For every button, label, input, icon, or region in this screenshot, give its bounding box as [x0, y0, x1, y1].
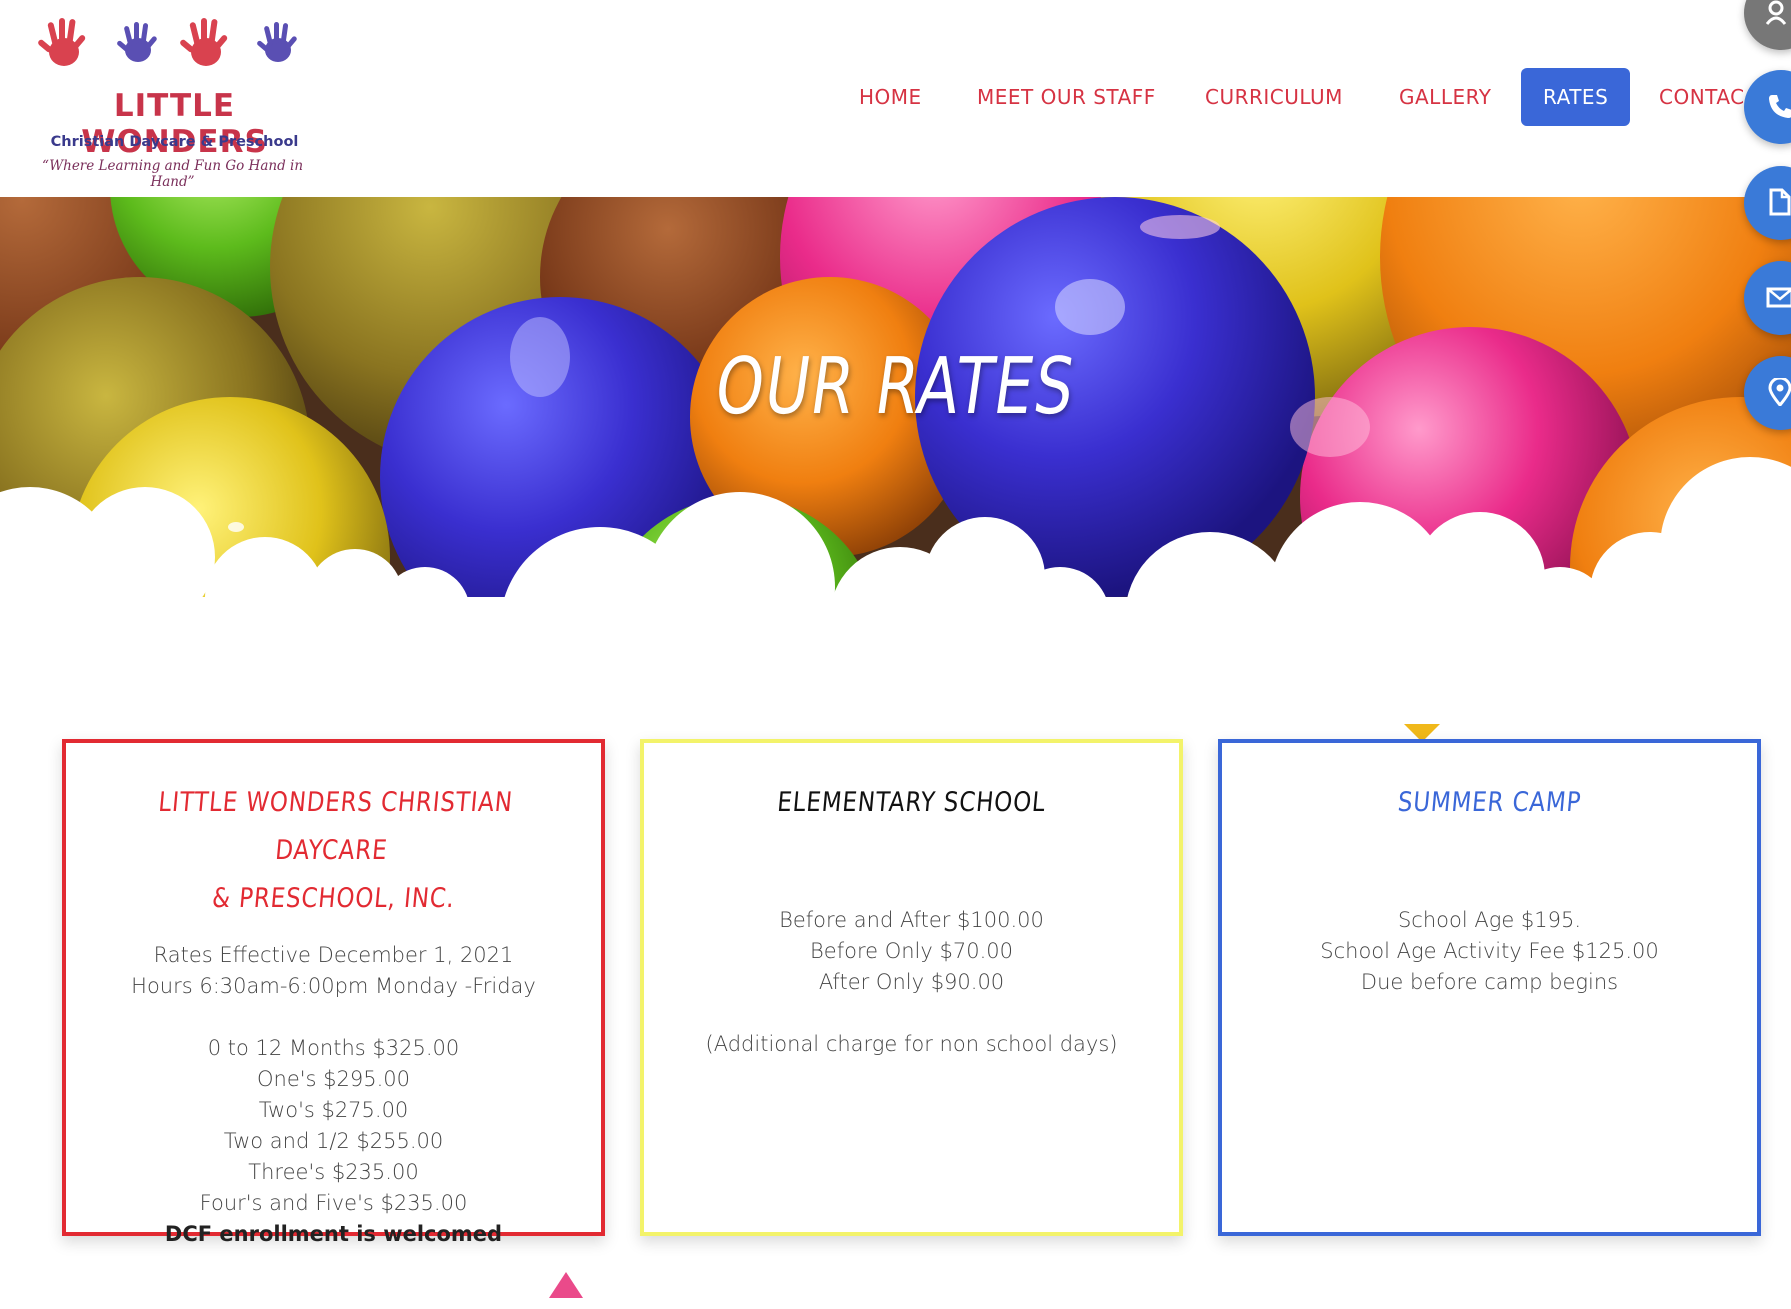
hero-banner: OUR RATES	[0, 197, 1791, 660]
rate-item: After Only $90.00	[818, 970, 1005, 994]
rate-item: Two's $275.00	[258, 1098, 409, 1122]
nav-item-meet-our-staff[interactable]: MEET OUR STAFF	[977, 68, 1156, 126]
card-title-line2: & PRESCHOOL, INC.	[210, 883, 457, 914]
card-title: SUMMER CAMP	[1396, 787, 1583, 818]
location-icon	[1768, 378, 1791, 406]
rates-effective-text: Rates Effective December 1, 2021	[153, 943, 514, 967]
handprints-logo-graphic	[38, 18, 297, 66]
site-logo[interactable]: LITTLE WONDERS Christian Daycare & Presc…	[10, 14, 310, 190]
nav-item-rates[interactable]: RATES	[1521, 68, 1631, 126]
site-header: LITTLE WONDERS Christian Daycare & Presc…	[0, 0, 1791, 197]
rates-card-summer-camp: SUMMER CAMP School Age $195. School Age …	[1218, 739, 1761, 1236]
logo-subtitle: Christian Daycare & Preschool	[50, 134, 299, 150]
rate-item: One's $295.00	[257, 1067, 410, 1091]
rate-item: Before and After $100.00	[779, 908, 1044, 932]
mail-icon	[1766, 287, 1791, 308]
dcf-note: DCF enrollment is welcomed	[164, 1222, 503, 1246]
rate-item: Two and 1/2 $255.00	[223, 1129, 444, 1153]
nav-item-contact[interactable]: CONTAC	[1659, 68, 1745, 126]
document-icon	[1769, 188, 1791, 216]
logo-tagline: “Where Learning and Fun Go Hand in Hand”	[41, 158, 304, 190]
rates-card-daycare: LITTLE WONDERS CHRISTIAN DAYCARE & PRESC…	[62, 739, 605, 1246]
additional-charge-note: (Additional charge for non school days)	[705, 1032, 1118, 1056]
nav-item-gallery[interactable]: GALLERY	[1399, 68, 1491, 126]
rate-item: School Age Activity Fee $125.00	[1320, 939, 1659, 963]
card-title-line1: LITTLE WONDERS CHRISTIAN DAYCARE	[157, 787, 515, 866]
rates-card-elementary: ELEMENTARY SCHOOL Before and After $100.…	[640, 739, 1183, 1236]
rate-item: School Age $195.	[1397, 908, 1582, 932]
pink-triangle-decoration	[549, 1272, 583, 1298]
phone-icon	[1769, 95, 1791, 118]
nav-item-home[interactable]: HOME	[859, 68, 922, 126]
payment-note: Due before camp begins	[1360, 970, 1619, 994]
nav-item-curriculum[interactable]: CURRICULUM	[1205, 68, 1343, 126]
user-icon	[1766, 0, 1787, 25]
rate-item: Before Only $70.00	[810, 939, 1013, 963]
hours-text: Hours 6:30am-6:00pm Monday -Friday	[131, 974, 536, 998]
page-title: OUR RATES	[709, 342, 1082, 432]
card-title: ELEMENTARY SCHOOL	[776, 787, 1048, 818]
rate-item: Three's $235.00	[248, 1160, 419, 1184]
rate-item: Four's and Five's $235.00	[199, 1191, 468, 1215]
rate-item: 0 to 12 Months $325.00	[207, 1036, 460, 1060]
